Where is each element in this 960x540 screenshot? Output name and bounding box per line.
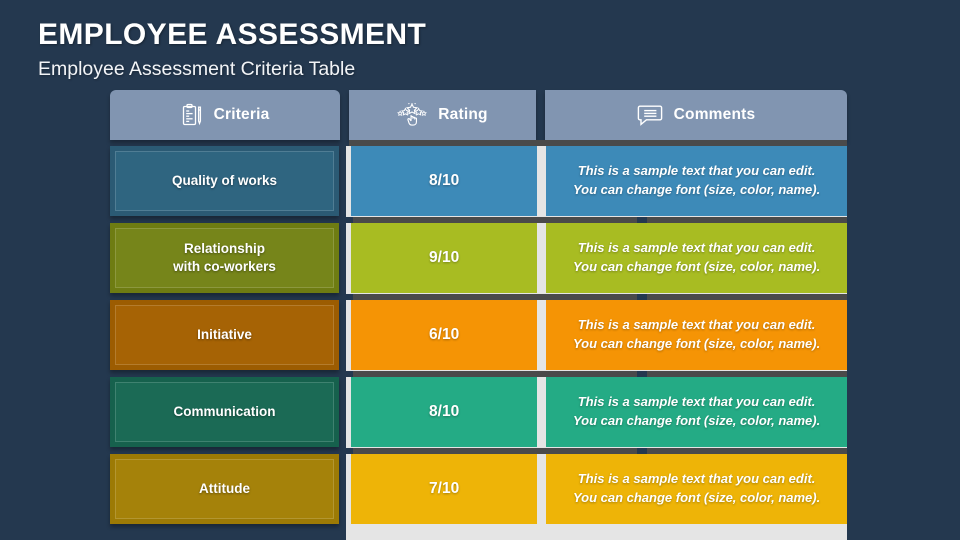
criteria-cell[interactable]: Relationship with co-workers [110,223,340,293]
rating-cell[interactable]: 8/10 [351,377,538,447]
speech-bubble-icon [637,103,663,127]
table-row: Relationship with co-workers 9/10 This is a… [110,223,847,300]
comment-line-1: This is a sample text that you can edit. [577,394,816,410]
column-gap [339,223,345,293]
comment-text: This is a sample text that you can edit.… [573,316,820,354]
hand-stars-rating-icon [397,103,428,127]
column-header-comments[interactable]: Comments [545,90,847,140]
column-header-criteria[interactable]: Criteria [110,90,340,140]
column-gap [339,377,345,447]
comment-line-2: You can change font (size, color, name). [572,413,821,428]
comment-line-1: This is a sample text that you can edit. [577,240,816,256]
comment-line-1: This is a sample text that you can edit. [577,471,816,487]
rating-cell[interactable]: 6/10 [351,300,538,370]
comment-line-1: This is a sample text that you can edit. [577,317,816,333]
table-body: Quality of works 8/10 This is a sample tex… [110,146,847,531]
comment-line-2: You can change font (size, color, name). [572,182,821,197]
rating-cell[interactable]: 9/10 [351,223,538,293]
criteria-label: Attitude [199,480,251,496]
rating-cell[interactable]: 7/10 [351,454,538,524]
rating-value: 9/10 [429,249,460,266]
comments-cell[interactable]: This is a sample text that you can edit.… [546,454,847,524]
column-gap [339,454,345,524]
criteria-label: Quality of works [172,172,278,188]
criteria-label: Relationship with co-workers [173,240,276,274]
criteria-label: Communication [173,403,276,419]
page-subtitle: Employee Assessment Criteria Table [38,58,356,80]
table-row: Initiative 6/10 This is a sample text that… [110,300,847,377]
comments-cell[interactable]: This is a sample text that you can edit.… [546,300,847,370]
comment-line-2: You can change font (size, color, name). [572,336,821,351]
criteria-cell[interactable]: Attitude [110,454,340,524]
table-row: Attitude 7/10 This is a sample text that y… [110,454,847,531]
column-header-rating-label: Rating [438,106,488,123]
rating-cell[interactable]: 8/10 [351,146,538,216]
comment-text: This is a sample text that you can edit.… [573,470,820,508]
comments-cell[interactable]: This is a sample text that you can edit.… [546,146,847,216]
criteria-cell[interactable]: Initiative [110,300,340,370]
comment-line-2: You can change font (size, color, name). [572,490,821,505]
column-header-rating[interactable]: Rating [349,90,536,140]
table-row: Quality of works 8/10 This is a sample tex… [110,146,847,223]
rating-value: 7/10 [429,480,460,497]
column-gap [339,146,345,216]
comment-text: This is a sample text that you can edit.… [573,239,820,277]
comments-cell[interactable]: This is a sample text that you can edit.… [546,223,847,293]
column-header-comments-label: Comments [673,106,756,123]
title-block: EMPLOYEE ASSESSMENT Employee Assessment … [38,18,738,80]
assessment-table: Criteria Rating Comments Quality of work… [110,90,847,540]
comments-cell[interactable]: This is a sample text that you can edit.… [546,377,847,447]
criteria-label: Initiative [197,326,252,342]
table-header-row: Criteria Rating Comments [110,90,847,146]
rating-value: 8/10 [429,172,460,189]
comment-line-1: This is a sample text that you can edit. [577,163,816,179]
rating-value: 8/10 [429,403,460,420]
page-title: EMPLOYEE ASSESSMENT [38,18,427,51]
clipboard-pen-icon [181,103,203,127]
comment-text: This is a sample text that you can edit.… [573,162,820,200]
table-row: Communication 8/10 This is a sample text t… [110,377,847,454]
rating-value: 6/10 [429,326,460,343]
criteria-cell[interactable]: Quality of works [110,146,340,216]
comment-text: This is a sample text that you can edit.… [573,393,820,431]
comment-line-2: You can change font (size, color, name). [572,259,821,274]
criteria-cell[interactable]: Communication [110,377,340,447]
column-header-criteria-label: Criteria [213,106,270,123]
column-gap [339,300,345,370]
